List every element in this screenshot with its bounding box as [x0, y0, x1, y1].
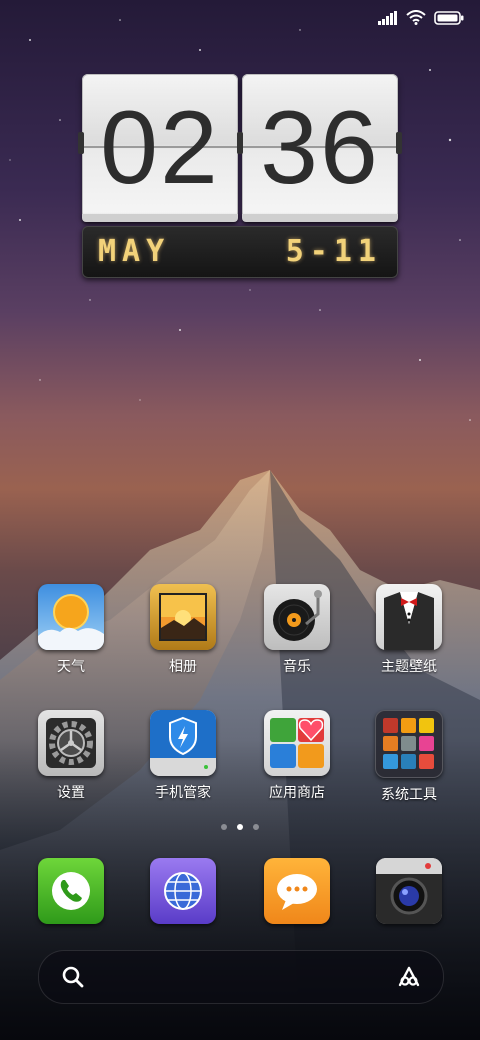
month-text: MAY	[98, 234, 171, 269]
app-security[interactable]: 手机管家	[128, 710, 238, 802]
clip	[78, 132, 84, 154]
clip	[237, 132, 243, 154]
app-store-icon	[264, 710, 330, 776]
home-screen: 02 36 MAY 5-11 天气 相册 音乐 主题壁纸 设置 手机管家 应用商…	[0, 0, 480, 1040]
flip-clock-widget[interactable]: 02 36 MAY 5-11	[78, 70, 402, 282]
card-stack	[242, 214, 398, 222]
app-label: 手机管家	[155, 785, 211, 801]
app-label: 应用商店	[269, 785, 325, 801]
hours-card: 02	[82, 74, 238, 220]
app-folder-tools[interactable]: 系统工具	[354, 710, 464, 804]
gallery-icon	[150, 584, 216, 650]
app-gallery[interactable]: 相册	[128, 584, 238, 676]
page-dot-active[interactable]	[237, 824, 243, 830]
wifi-icon	[406, 10, 426, 25]
app-label: 相册	[169, 659, 197, 675]
messages-icon	[264, 858, 330, 924]
tools-folder-icon	[375, 710, 443, 778]
camera-icon	[376, 858, 442, 924]
security-icon	[150, 710, 216, 776]
page-dot[interactable]	[253, 824, 259, 830]
status-bar	[378, 10, 464, 25]
hours-digits: 02	[100, 90, 220, 206]
dock-messages[interactable]	[242, 858, 352, 924]
app-label: 音乐	[283, 659, 311, 675]
app-themes[interactable]: 主题壁纸	[354, 584, 464, 676]
app-label: 设置	[57, 785, 85, 801]
app-settings[interactable]: 设置	[16, 710, 126, 802]
date-display: MAY 5-11	[82, 226, 398, 278]
dock-camera[interactable]	[354, 858, 464, 924]
music-icon	[264, 584, 330, 650]
signal-icon	[378, 10, 397, 25]
app-weather[interactable]: 天气	[16, 584, 126, 676]
battery-icon	[434, 10, 464, 25]
page-indicator	[0, 824, 480, 830]
themes-icon	[376, 584, 442, 650]
dock-phone[interactable]	[16, 858, 126, 924]
settings-icon	[38, 710, 104, 776]
app-music[interactable]: 音乐	[242, 584, 352, 676]
app-label: 天气	[57, 659, 85, 675]
phone-icon	[38, 858, 104, 924]
date-text: 5-11	[285, 234, 382, 269]
assistant-icon[interactable]	[397, 965, 421, 989]
weather-icon	[38, 584, 104, 650]
app-store[interactable]: 应用商店	[242, 710, 352, 802]
dock-browser[interactable]	[128, 858, 238, 924]
browser-icon	[150, 858, 216, 924]
app-label: 主题壁纸	[381, 659, 437, 675]
card-stack	[82, 214, 238, 222]
search-icon[interactable]	[61, 965, 85, 989]
clip	[396, 132, 402, 154]
minutes-card: 36	[242, 74, 398, 220]
page-dot[interactable]	[221, 824, 227, 830]
minutes-digits: 36	[260, 90, 380, 206]
app-label: 系统工具	[381, 787, 437, 803]
search-bar[interactable]	[38, 950, 444, 1004]
